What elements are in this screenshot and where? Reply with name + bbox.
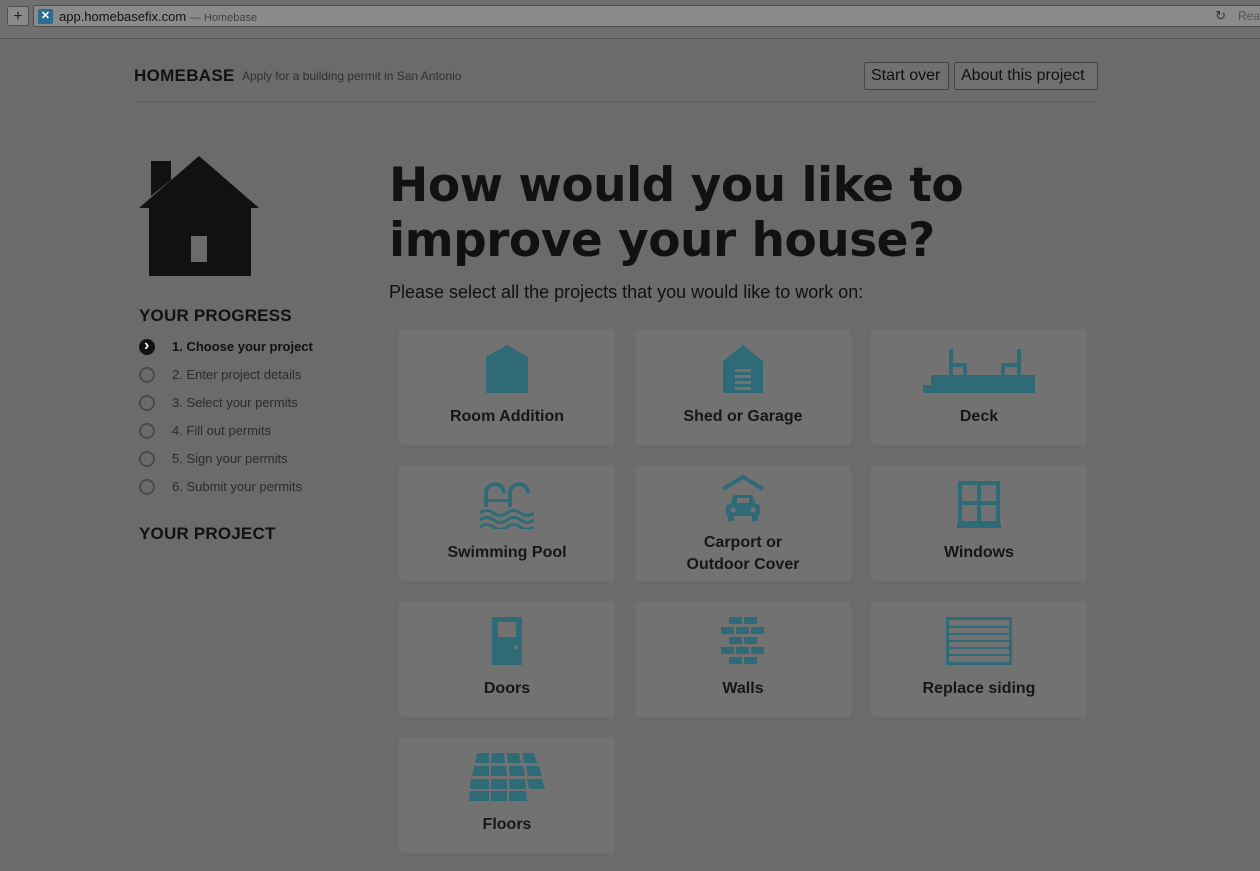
project-tile-deck[interactable]: Deck <box>871 329 1087 445</box>
site-favicon-icon: ✕ <box>38 9 53 24</box>
project-label: Floors <box>482 816 532 833</box>
progress-step-label: 1. Choose your project <box>172 339 313 354</box>
header-divider <box>134 101 1098 102</box>
swimming-pool-icon <box>480 482 534 529</box>
project-tile-room-addition[interactable]: Room Addition <box>399 329 615 445</box>
page-title: How would you like to improve your house… <box>389 158 964 268</box>
project-label: Replace siding <box>922 680 1036 697</box>
step-circle-icon <box>139 451 155 467</box>
project-tile-doors[interactable]: Doors <box>399 601 615 717</box>
progress-step-label: 3. Select your permits <box>172 395 298 410</box>
progress-step-label: 5. Sign your permits <box>172 451 288 466</box>
project-tile-walls[interactable]: Walls <box>635 601 851 717</box>
project-tile-windows[interactable]: Windows <box>871 465 1087 581</box>
door-icon <box>492 617 522 665</box>
brand-logo-text[interactable]: HOMEBASE <box>134 66 235 86</box>
deck-icon <box>923 349 1035 393</box>
project-label-line1: Carport or <box>703 534 783 551</box>
project-label-line2: Outdoor Cover <box>686 556 800 573</box>
floors-icon <box>469 753 545 801</box>
new-tab-button[interactable]: + <box>7 6 29 26</box>
browser-toolbar: + ✕ app.homebasefix.com — Homebase ↻ Rea <box>0 0 1260 39</box>
project-tile-carport[interactable]: Carport or Outdoor Cover <box>635 465 851 581</box>
carport-icon <box>721 475 765 521</box>
windows-icon <box>957 481 1001 528</box>
step-circle-icon <box>139 395 155 411</box>
project-tile-shed-garage[interactable]: Shed or Garage <box>635 329 851 445</box>
address-domain: app.homebasefix.com <box>59 9 187 24</box>
walls-icon <box>721 617 764 664</box>
progress-title: YOUR PROGRESS <box>139 306 292 325</box>
project-label: Swimming Pool <box>447 544 567 561</box>
address-bar[interactable]: ✕ app.homebasefix.com — Homebase ↻ Rea <box>33 5 1260 27</box>
room-addition-icon <box>486 345 528 393</box>
step-circle-icon <box>139 479 155 495</box>
project-tile-floors[interactable]: Floors <box>399 737 615 853</box>
project-tile-swimming-pool[interactable]: Swimming Pool <box>399 465 615 581</box>
project-tile-siding[interactable]: Replace siding <box>871 601 1087 717</box>
your-project-title: YOUR PROJECT <box>139 524 276 543</box>
reader-button[interactable]: Rea <box>1238 9 1260 23</box>
progress-step-label: 4. Fill out permits <box>172 423 271 438</box>
address-page-title: — Homebase <box>189 12 258 24</box>
about-project-button[interactable]: About this project <box>954 62 1098 90</box>
project-label: Shed or Garage <box>683 408 803 425</box>
address-text: app.homebasefix.com — Homebase <box>59 9 257 24</box>
step-circle-icon <box>139 367 155 383</box>
project-label: Doors <box>483 680 531 697</box>
project-label: Windows <box>943 544 1015 561</box>
house-icon <box>139 156 259 276</box>
siding-icon <box>946 617 1012 665</box>
tagline: Apply for a building permit in San Anton… <box>242 69 462 83</box>
progress-step-label: 6. Submit your permits <box>172 479 303 494</box>
progress-step-label: 2. Enter project details <box>172 367 302 382</box>
shed-garage-icon <box>723 345 763 393</box>
step-current-icon <box>139 337 155 355</box>
page-subtitle: Please select all the projects that you … <box>389 282 864 302</box>
reload-icon[interactable]: ↻ <box>1215 8 1226 24</box>
project-label: Room Addition <box>449 408 565 425</box>
project-label: Walls <box>722 680 764 697</box>
project-label: Deck <box>959 408 999 425</box>
step-circle-icon <box>139 423 155 439</box>
start-over-button[interactable]: Start over <box>864 62 949 90</box>
